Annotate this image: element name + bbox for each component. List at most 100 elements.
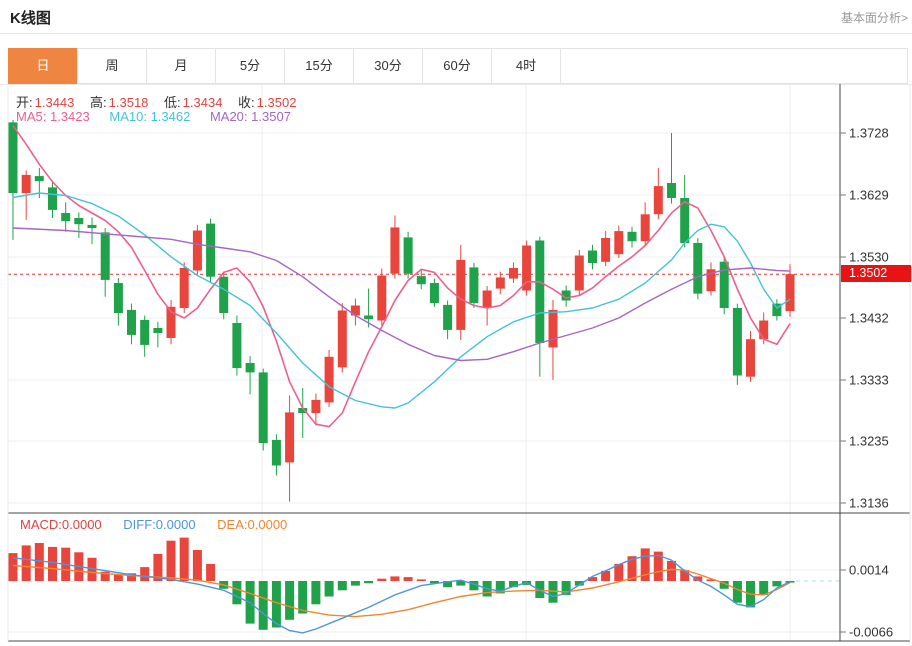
candle-body <box>614 231 624 255</box>
candle-body <box>61 213 71 222</box>
candle-body <box>495 277 505 289</box>
candle-body <box>179 268 189 308</box>
tab-month[interactable]: 月 <box>146 48 216 84</box>
candle-body <box>443 304 453 330</box>
macd-bars-layer <box>8 537 795 630</box>
kline-chart-svg: 1.3728 1.3629 1.3530 1.3432 1.3333 1.3235 1.31… <box>0 84 912 642</box>
interval-tab-bar: 日周月 5分 15分 30分 60分 4时 <box>8 48 908 84</box>
tab-30min[interactable]: 30分 <box>353 48 423 84</box>
candle-body <box>153 328 163 333</box>
macd-bar <box>285 581 295 620</box>
macd-bar <box>179 537 189 581</box>
tab-60min[interactable]: 60分 <box>422 48 492 84</box>
candle-body <box>429 283 439 303</box>
candle-body <box>785 274 795 312</box>
macd-bar <box>759 581 769 595</box>
high-label: 高: <box>90 95 107 110</box>
candle-body <box>667 183 676 198</box>
macd-bar <box>416 579 426 581</box>
price-tick-label: 1.3629 <box>849 187 889 202</box>
axis-labels-layer: 1.3728 1.3629 1.3530 1.3432 1.3333 1.3235 1.31… <box>840 126 893 640</box>
candle-body <box>509 268 518 279</box>
candle-body <box>8 122 18 193</box>
macd-bar <box>732 581 742 603</box>
candle-body <box>100 232 110 280</box>
macd-bar <box>337 581 347 591</box>
candle-body <box>311 399 321 413</box>
candle-body <box>456 259 466 330</box>
macd-bar <box>166 540 176 581</box>
title-divider <box>0 33 912 34</box>
macd-bar <box>364 581 374 584</box>
low-value: 1.3434 <box>182 95 223 110</box>
ma-legend: MA5: 1.3423 MA10: 1.3462 MA20: 1.3507 <box>16 109 307 124</box>
price-tick-label: 1.3432 <box>849 311 889 326</box>
macd-bar <box>350 581 360 586</box>
candle-body <box>232 323 242 368</box>
high-value: 1.3518 <box>108 95 149 110</box>
candle-body <box>48 187 57 210</box>
candle-body <box>113 283 123 313</box>
macd-bar <box>324 581 334 597</box>
tab-bar-filler <box>560 48 908 84</box>
tab-5min[interactable]: 5分 <box>215 48 285 84</box>
candle-body <box>627 231 637 242</box>
tab-week[interactable]: 周 <box>77 48 147 84</box>
macd-bar <box>113 574 123 581</box>
macd-bar <box>8 553 18 581</box>
price-tick-label: 1.3235 <box>849 434 889 449</box>
ma10-line <box>12 192 791 409</box>
price-tick-label: 1.3728 <box>849 126 889 141</box>
candles-layer <box>8 119 795 502</box>
tab-15min[interactable]: 15分 <box>284 48 354 84</box>
candle-body <box>21 174 31 193</box>
macd-bar <box>48 546 57 581</box>
candle-body <box>535 240 545 343</box>
macd-lines-layer <box>12 554 840 634</box>
price-tick-label: 1.3136 <box>849 496 889 511</box>
macd-bar <box>403 577 413 581</box>
tab-day[interactable]: 日 <box>8 48 78 84</box>
candle-body <box>653 186 663 215</box>
macd-tick-label: -0.0066 <box>849 625 893 640</box>
macd-bar <box>298 581 308 614</box>
macd-bar <box>667 560 676 581</box>
ma5-legend: MA5: 1.3423 <box>16 109 90 124</box>
candle-body <box>601 238 611 262</box>
kline-page: K线图 基本面分析> 日周月 5分 15分 30分 60分 4时 1.3728 1.3629… <box>0 0 912 646</box>
candle-body <box>324 356 334 403</box>
candle-body <box>588 250 597 263</box>
open-label: 开: <box>16 95 33 110</box>
macd-bar <box>192 550 202 581</box>
candle-body <box>522 245 532 291</box>
fundamental-analysis-link[interactable]: 基本面分析> <box>841 9 908 26</box>
macd-value-legend: MACD:0.0000 <box>20 517 102 532</box>
macd-bar <box>311 581 321 605</box>
price-tick-label: 1.3530 <box>849 249 889 264</box>
candle-body <box>206 223 216 277</box>
candle-body <box>403 237 413 274</box>
close-value: 1.3502 <box>256 95 297 110</box>
candle-body <box>746 339 755 377</box>
candle-body <box>574 255 584 291</box>
macd-bar <box>377 578 387 581</box>
frame-layer <box>0 84 912 642</box>
candle-body <box>140 319 150 345</box>
macd-legend: MACD:0.0000 DIFF:0.0000 DEA:0.0000 <box>20 517 305 532</box>
close-label: 收: <box>238 95 255 110</box>
candle-body <box>87 224 97 228</box>
macd-bar <box>772 581 782 587</box>
dea-value-legend: DEA:0.0000 <box>217 517 288 532</box>
low-label: 低: <box>164 95 181 110</box>
candle-body <box>74 218 84 225</box>
candle-body <box>693 243 703 294</box>
candle-body <box>548 309 558 348</box>
page-title: K线图 <box>10 10 51 27</box>
candle-body <box>719 261 729 308</box>
gridlines <box>8 84 840 641</box>
tab-4hour[interactable]: 4时 <box>491 48 561 84</box>
candle-body <box>245 363 255 373</box>
open-value: 1.3443 <box>34 95 75 110</box>
current-price-tag: 1.3502 <box>841 265 911 282</box>
macd-bar <box>232 581 242 605</box>
